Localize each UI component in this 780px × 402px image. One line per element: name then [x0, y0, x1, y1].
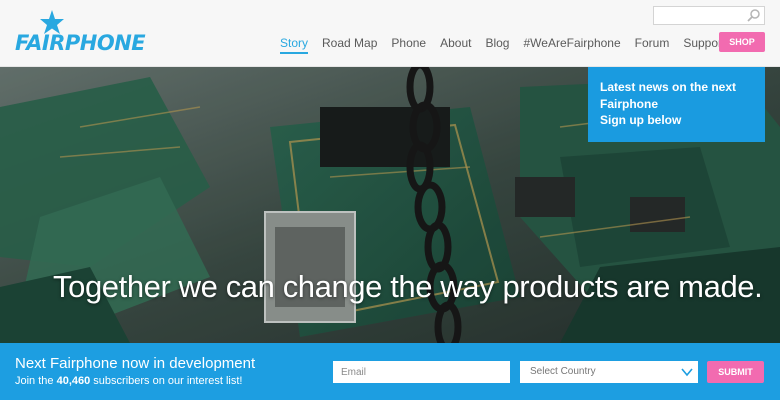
nav-item-story[interactable]: Story [280, 34, 309, 54]
callout-line-3: Sign up below [600, 113, 682, 127]
callout-line-2: Fairphone [600, 96, 659, 111]
chevron-down-icon [681, 368, 693, 377]
nav-item-phone[interactable]: Phone [391, 34, 426, 54]
subscriber-count: 40,460 [56, 375, 91, 387]
hero-tagline: Together we can change the way products … [53, 269, 763, 304]
search-icon[interactable] [746, 8, 761, 23]
country-select-label: Select Country [530, 366, 596, 377]
submit-button[interactable]: SUBMIT [707, 361, 764, 383]
main-nav: Story Road Map Phone About Blog #WeAreFa… [280, 34, 739, 54]
nav-item-blog[interactable]: Blog [485, 34, 509, 54]
subtitle-post: subscribers on our interest list! [90, 375, 243, 387]
country-select[interactable]: Select Country [520, 361, 698, 383]
nav-item-forum[interactable]: Forum [635, 34, 670, 54]
newsletter-callout: Latest news on the next Fairphone Sign u… [588, 67, 765, 142]
signup-subtitle: Join the 40,460 subscribers on our inter… [15, 375, 242, 387]
nav-item-about[interactable]: About [440, 34, 471, 54]
shop-button[interactable]: SHOP [719, 32, 765, 52]
email-field[interactable] [333, 361, 510, 383]
signup-title: Next Fairphone now in development [15, 355, 256, 372]
nav-item-wearefairphone[interactable]: #WeAreFairphone [523, 34, 620, 54]
signup-bar: Next Fairphone now in development Join t… [0, 343, 780, 400]
fairphone-logo[interactable]: FAIRPHONE [15, 9, 146, 55]
nav-item-road-map[interactable]: Road Map [322, 34, 377, 54]
subtitle-pre: Join the [15, 375, 57, 387]
hero-banner: Latest news on the next Fairphone Sign u… [0, 67, 780, 343]
callout-line-1: Latest news on the next [600, 80, 737, 94]
search-input[interactable] [653, 6, 765, 25]
site-header: FAIRPHONE Story Road Map Phone About Blo… [0, 0, 780, 67]
logo-wordmark: FAIRPHONE [15, 31, 146, 55]
